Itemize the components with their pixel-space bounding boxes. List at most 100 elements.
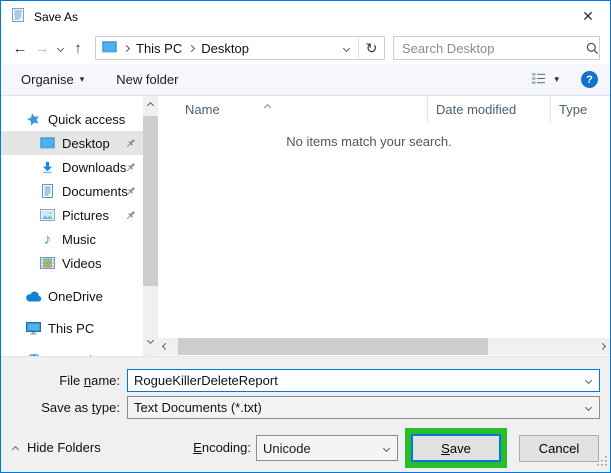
search-box	[393, 36, 600, 60]
save-button[interactable]: Save	[411, 434, 501, 462]
notepad-file-icon	[10, 7, 26, 26]
sidebar-item-desktop[interactable]: Desktop	[1, 131, 143, 155]
encoding-dropdown[interactable]: Unicode	[256, 435, 398, 461]
file-name-label: File name:	[59, 373, 120, 388]
sidebar-item-quick-access[interactable]: Quick access	[1, 107, 143, 131]
film-icon	[39, 257, 56, 269]
dialog-body: Quick access Desktop Downloads Documents…	[1, 96, 610, 356]
picture-icon	[39, 209, 56, 221]
breadcrumb: This PC Desktop	[96, 37, 334, 59]
file-name-input[interactable]	[128, 373, 577, 388]
scroll-right-button[interactable]	[595, 338, 610, 355]
save-button-highlight: Save	[405, 428, 507, 468]
file-list-area[interactable]: Name Date modified Type No items match y…	[158, 96, 610, 356]
chevron-up-icon	[11, 445, 20, 453]
search-icon[interactable]	[586, 42, 599, 55]
sidebar-item-label: Quick access	[48, 111, 126, 127]
hide-folders-button[interactable]: Hide Folders	[11, 440, 101, 455]
back-button[interactable]: ←	[9, 40, 31, 57]
title-bar: Save As ✕	[1, 1, 610, 32]
navigation-pane: Quick access Desktop Downloads Documents…	[1, 96, 143, 356]
pin-icon	[125, 185, 136, 200]
window-title: Save As	[34, 9, 79, 24]
column-label: Date modified	[436, 102, 517, 117]
pin-icon	[125, 161, 136, 176]
encoding-dropdown-button[interactable]	[375, 436, 397, 460]
cloud-icon	[25, 291, 42, 302]
organise-menu-button[interactable]: Organise ▾	[21, 72, 84, 87]
recent-locations-dropdown[interactable]	[53, 44, 67, 52]
sidebar-item-this-pc[interactable]: This PC	[1, 316, 143, 340]
sidebar-scrollbar[interactable]	[143, 96, 158, 356]
scrollbar-thumb[interactable]	[178, 338, 488, 355]
scroll-down-button[interactable]	[143, 333, 158, 348]
breadcrumb-item-this-pc[interactable]: This PC	[136, 41, 182, 56]
file-name-combobox	[127, 369, 600, 392]
command-toolbar: Organise ▾ New folder ▾ ?	[1, 64, 610, 96]
chevron-down-icon	[584, 403, 592, 412]
sidebar-item-label: Desktop	[62, 135, 110, 151]
column-header-date-modified[interactable]: Date modified	[427, 96, 550, 123]
breadcrumb-item-desktop[interactable]: Desktop	[201, 41, 249, 56]
address-dropdown-button[interactable]	[334, 37, 358, 59]
desktop-icon	[39, 137, 56, 149]
scroll-up-button[interactable]	[143, 96, 158, 111]
column-label: Type	[559, 102, 588, 117]
details-view-icon[interactable]	[531, 72, 546, 88]
resize-grip-icon[interactable]	[597, 454, 607, 469]
sidebar-item-label: OneDrive	[48, 288, 103, 304]
help-button[interactable]: ?	[581, 71, 598, 88]
chevron-right-icon	[598, 342, 607, 351]
view-options-dropdown[interactable]: ▾	[554, 74, 559, 85]
refresh-button[interactable]: ↻	[358, 37, 384, 59]
scroll-left-button[interactable]	[158, 338, 173, 355]
sidebar-item-onedrive[interactable]: OneDrive	[1, 284, 143, 308]
up-button[interactable]: ↑	[67, 40, 89, 57]
sidebar-item-videos[interactable]: Videos	[1, 251, 143, 275]
close-button[interactable]: ✕	[566, 1, 610, 31]
sidebar-item-label: Documents	[62, 183, 128, 199]
sidebar-item-label: Music	[62, 231, 96, 247]
sidebar-item-music[interactable]: ♪ Music	[1, 227, 143, 251]
sidebar-item-pictures[interactable]: Pictures	[1, 203, 143, 227]
chevron-down-icon	[56, 44, 64, 52]
desktop-location-icon	[102, 40, 117, 56]
new-folder-button[interactable]: New folder	[116, 72, 178, 87]
file-name-row: File name:	[1, 369, 600, 392]
chevron-left-icon	[161, 342, 170, 351]
document-icon	[39, 184, 56, 198]
computer-icon	[25, 321, 42, 335]
search-input[interactable]	[394, 40, 586, 56]
horizontal-scrollbar[interactable]	[158, 338, 610, 355]
save-as-type-value: Text Documents (*.txt)	[134, 400, 262, 415]
pin-icon	[125, 209, 136, 224]
sort-ascending-icon	[263, 98, 272, 113]
encoding-value: Unicode	[263, 440, 311, 456]
new-folder-label: New folder	[116, 72, 179, 87]
save-as-dialog: Save As ✕ ← → ↑ This PC Desktop ↻ Search…	[0, 0, 611, 473]
breadcrumb-separator-icon	[188, 44, 196, 52]
sidebar-item-downloads[interactable]: Downloads	[1, 155, 143, 179]
pin-icon	[125, 137, 136, 152]
sidebar-item-label: Videos	[62, 255, 102, 271]
sidebar-item-network[interactable]: Network	[1, 348, 143, 356]
scrollbar-thumb[interactable]	[143, 116, 158, 286]
chevron-down-icon	[146, 336, 155, 345]
dialog-footer: File name: Save as type: Text Documents …	[1, 356, 610, 472]
star-icon	[25, 112, 42, 127]
column-headers: Name Date modified Type	[158, 96, 610, 123]
save-as-type-dropdown[interactable]: Text Documents (*.txt)	[127, 396, 600, 419]
music-note-icon: ♪	[43, 230, 52, 248]
sidebar-item-documents[interactable]: Documents	[1, 179, 143, 203]
column-header-name[interactable]: Name	[158, 96, 427, 123]
file-name-dropdown-button[interactable]	[577, 370, 599, 391]
chevron-down-icon	[584, 376, 592, 385]
forward-button[interactable]: →	[31, 40, 53, 57]
cancel-button[interactable]: Cancel	[519, 435, 599, 462]
column-header-type[interactable]: Type	[550, 96, 610, 123]
save-as-type-dropdown-button[interactable]	[577, 397, 599, 418]
chevron-down-icon	[382, 444, 390, 452]
sidebar-item-label: Downloads	[62, 159, 127, 175]
